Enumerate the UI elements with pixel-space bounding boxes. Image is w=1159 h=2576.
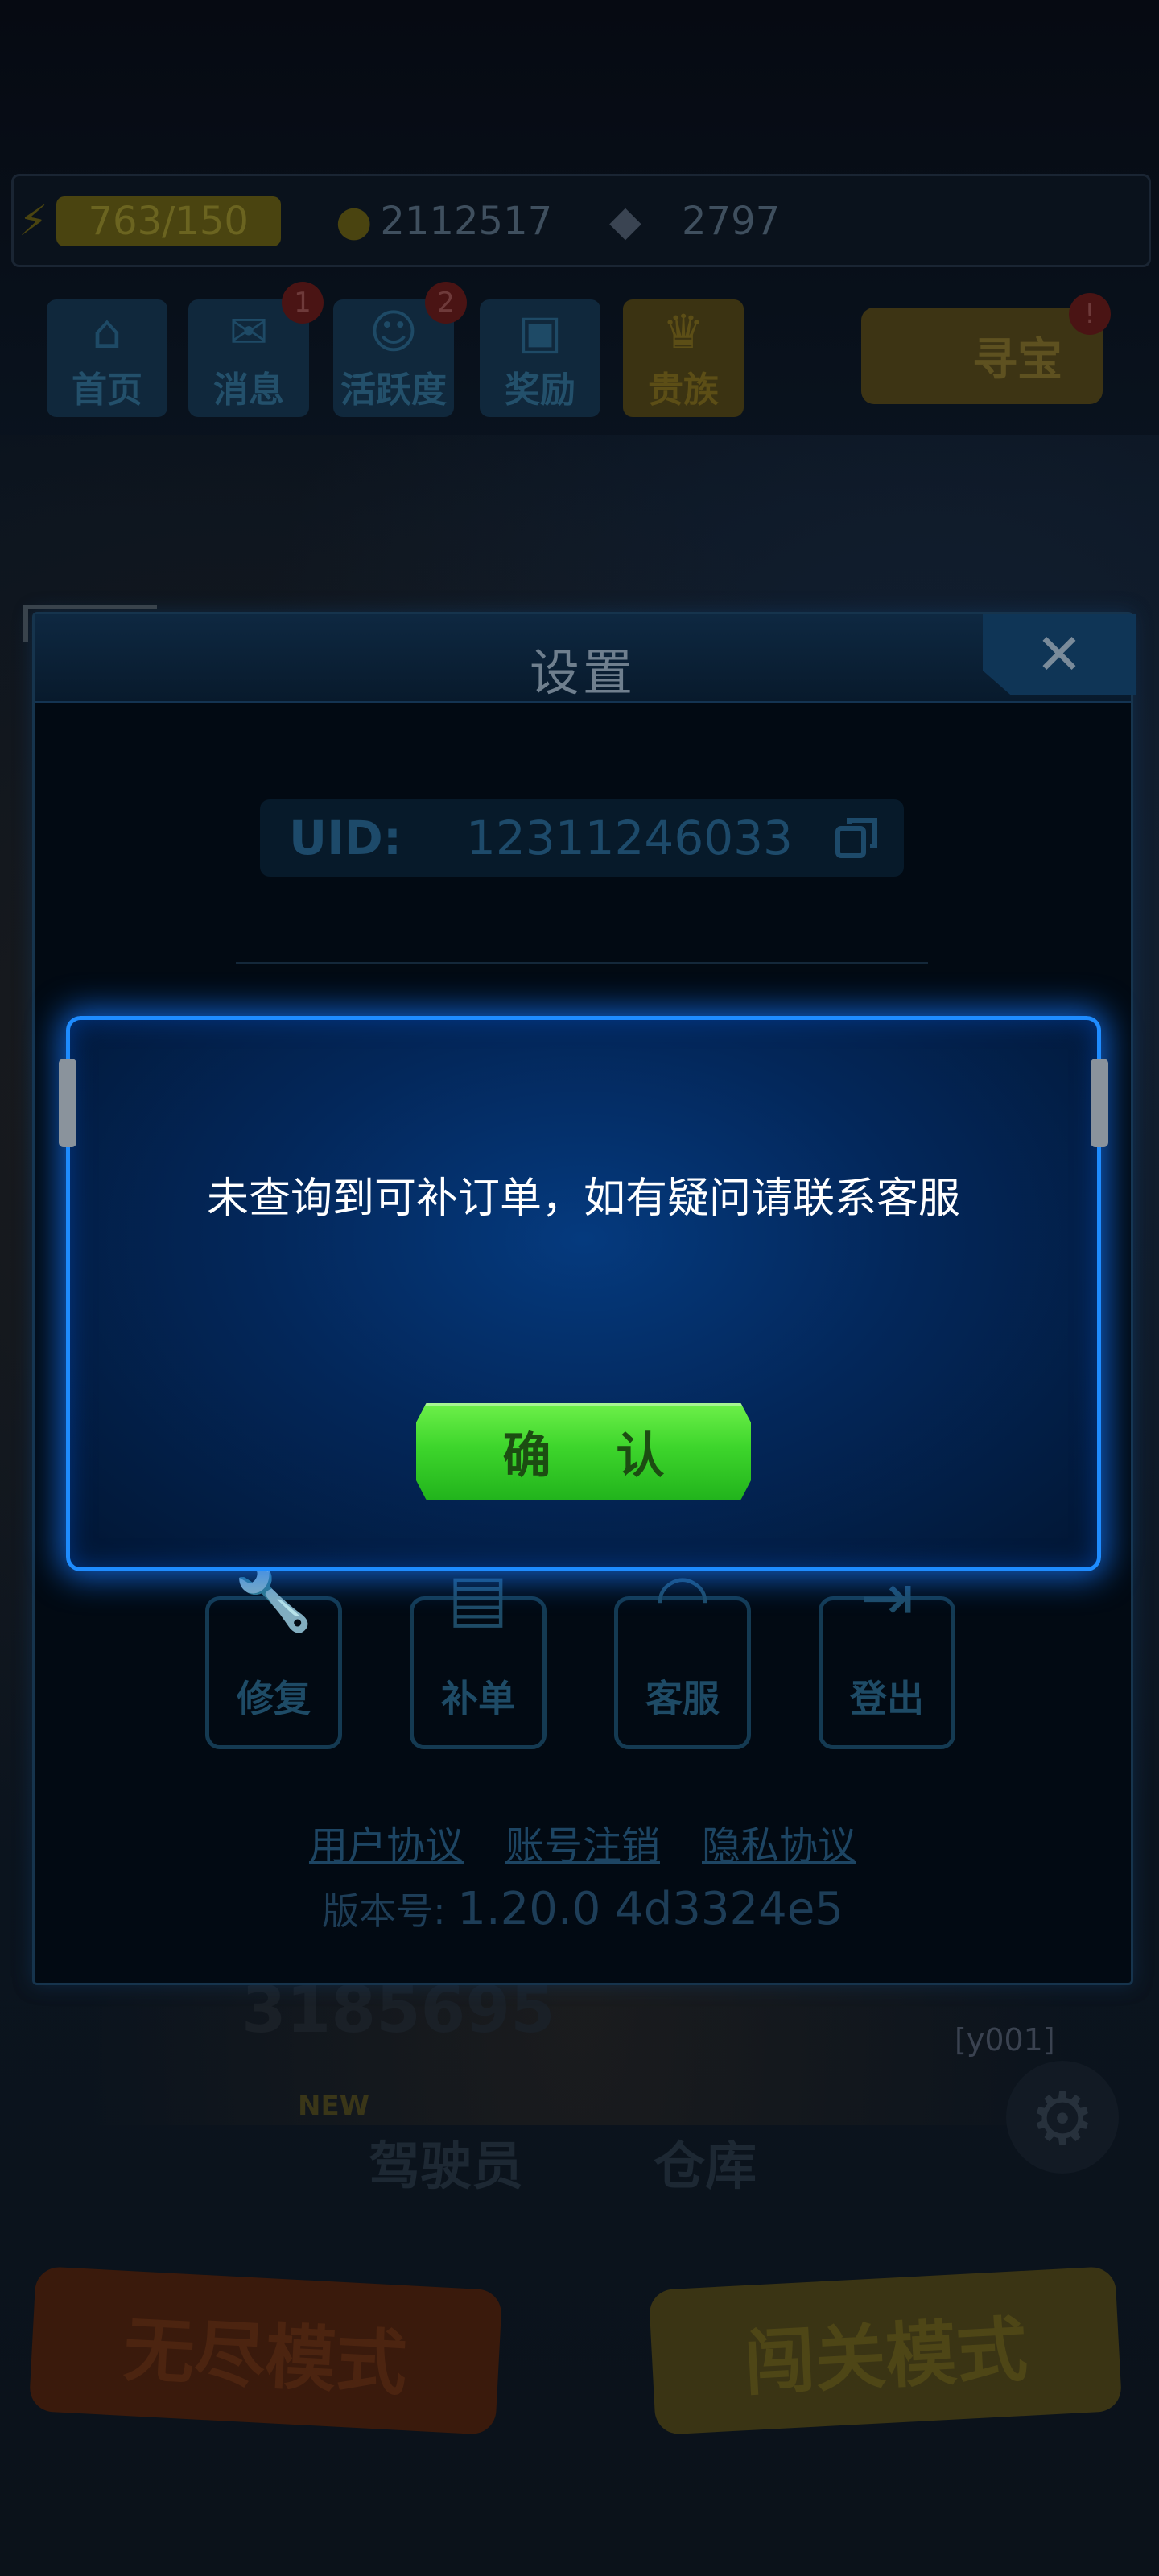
activity-badge: 2: [425, 282, 467, 324]
confirm-label: 确 认: [502, 1427, 689, 1484]
menu-home-label: 首页: [72, 369, 142, 411]
lightning-icon: ⚡: [19, 197, 48, 246]
customer-service-button[interactable]: ◠ 客服: [614, 1560, 751, 1749]
reissue-order-button[interactable]: ▤ 补单: [410, 1560, 547, 1749]
pilot-button[interactable]: 驾驶员: [369, 2125, 523, 2199]
privacy-agreement-link[interactable]: 隐私协议: [702, 1814, 856, 1870]
gem-value: 2797: [682, 199, 781, 244]
settings-title: 设置: [529, 643, 636, 702]
message-icon: ✉: [229, 304, 269, 359]
gem-display: ◆ 2797: [609, 197, 781, 246]
close-button[interactable]: ✕: [983, 614, 1136, 695]
logout-button[interactable]: ⇥ 登出: [819, 1560, 955, 1749]
repair-button[interactable]: 🔧 修复: [205, 1560, 342, 1749]
menu-message-label: 消息: [213, 369, 284, 411]
close-icon: ✕: [1035, 621, 1083, 687]
menu-activity-label: 活跃度: [340, 369, 447, 411]
activity-icon: ☺: [369, 304, 419, 359]
notice-dialog: 未查询到可补订单，如有疑问请联系客服 确 认: [59, 1016, 1108, 1571]
menu-home[interactable]: ⌂ 首页: [47, 299, 167, 417]
gear-icon: ⚙: [1029, 2077, 1095, 2161]
dialog-message: 未查询到可补订单，如有疑问请联系客服: [206, 1174, 960, 1223]
treasure-badge: !: [1069, 293, 1111, 335]
uid-value: 12311246033: [466, 811, 793, 865]
confirm-button[interactable]: 确 认: [416, 1403, 751, 1500]
customer-service-label: 客服: [645, 1677, 720, 1720]
menu-reward[interactable]: ▣ 奖励: [480, 299, 600, 417]
new-badge: NEW: [298, 2090, 370, 2122]
level-mode-label: 闯关模式: [741, 2307, 1029, 2405]
logout-label: 登出: [850, 1677, 924, 1720]
settings-header: 设置 ✕: [35, 614, 1136, 703]
endless-mode-button[interactable]: 无尽模式: [28, 2265, 503, 2436]
version-info: 版本号: 1.20.0 4d3324e5: [35, 1882, 1131, 1935]
coin-value: 2112517: [380, 199, 553, 244]
dialog-edge-clamp-right: [1091, 1059, 1108, 1147]
warehouse-button[interactable]: 仓库: [654, 2125, 757, 2199]
section-divider: [236, 962, 928, 964]
player-tag: [y001]: [955, 2022, 1055, 2058]
treasure-button[interactable]: 寻宝: [861, 308, 1103, 404]
dialog-edge-clamp-left: [59, 1059, 76, 1147]
menu-noble-label: 贵族: [648, 369, 719, 411]
coin-display: ● 2112517: [336, 197, 553, 246]
level-mode-button[interactable]: 闯关模式: [648, 2265, 1123, 2436]
agreement-links: 用户协议 账号注销 隐私协议: [35, 1814, 1131, 1870]
message-badge: 1: [282, 282, 324, 324]
uid-label: UID:: [289, 811, 402, 865]
account-deletion-link[interactable]: 账号注销: [505, 1814, 660, 1870]
wrench-icon: 🔧: [233, 1560, 314, 1635]
resource-bar: ⚡ 763/150 ● 2112517 ◆ 2797: [11, 174, 1151, 267]
panel-corner-ornament: [23, 605, 157, 642]
menu-reward-label: 奖励: [505, 369, 575, 411]
coin-icon: ●: [336, 197, 373, 246]
menu-noble[interactable]: ♛ 贵族: [623, 299, 744, 417]
energy-display: ⚡ 763/150: [19, 196, 281, 246]
version-label: 版本号:: [322, 1889, 446, 1933]
settings-gear-button[interactable]: ⚙: [1006, 2061, 1119, 2174]
uid-box: UID: 12311246033: [260, 799, 904, 877]
user-agreement-link[interactable]: 用户协议: [309, 1814, 464, 1870]
version-value: 1.20.0 4d3324e5: [457, 1883, 843, 1935]
repair-label: 修复: [237, 1677, 311, 1720]
gift-icon: ▣: [518, 304, 563, 359]
crown-icon: ♛: [662, 304, 704, 359]
reissue-order-label: 补单: [441, 1677, 515, 1720]
gem-icon: ◆: [609, 197, 641, 246]
copy-icon[interactable]: [833, 814, 881, 862]
treasure-label: 寻宝: [972, 333, 1062, 386]
endless-mode-label: 无尽模式: [122, 2307, 410, 2405]
energy-value: 763/150: [56, 196, 281, 246]
home-icon: ⌂: [92, 304, 122, 359]
